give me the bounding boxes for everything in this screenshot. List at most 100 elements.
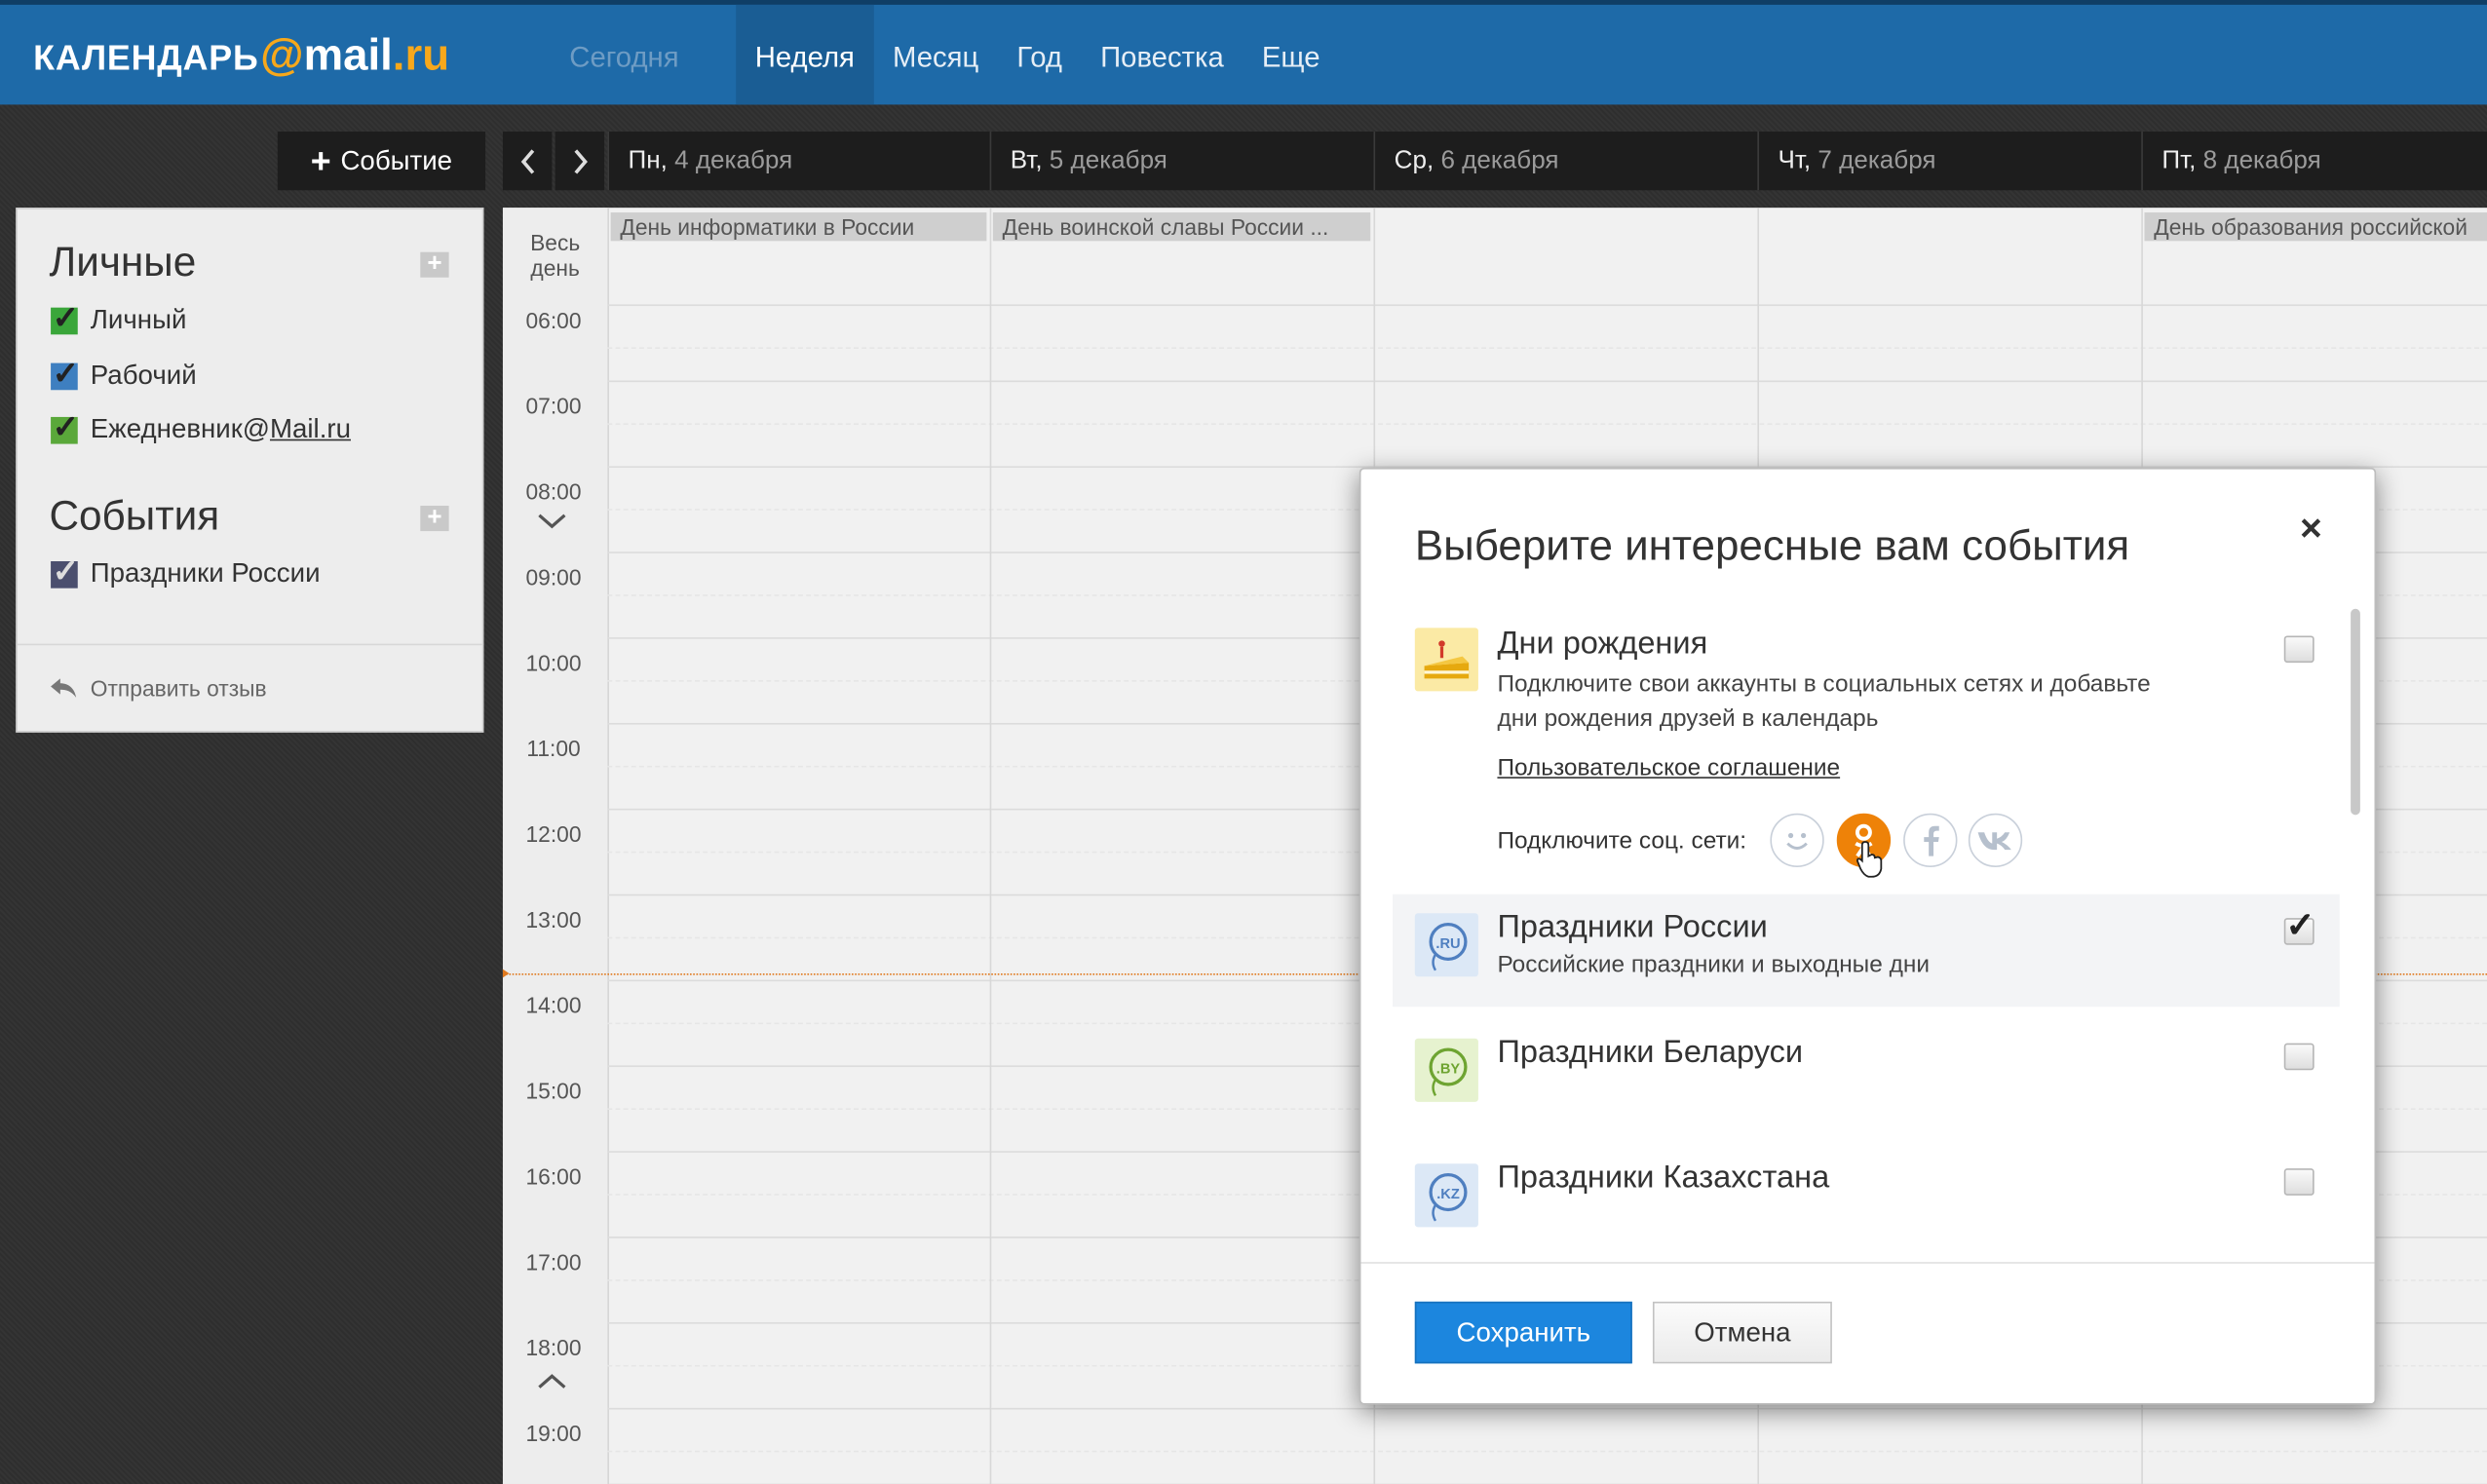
checkbox-icon[interactable]: ✓: [51, 300, 79, 335]
day-date: 5 декабря: [1049, 147, 1167, 174]
option-title: Праздники России: [1497, 909, 1768, 945]
nav-year[interactable]: Год: [998, 5, 1082, 105]
reply-icon: [51, 678, 77, 698]
calendar-label-prefix: Ежедневник@: [90, 413, 270, 444]
allday-event[interactable]: День воинской славы России ...: [992, 212, 1371, 242]
option-checkbox[interactable]: ✓: [2283, 905, 2315, 945]
sidebar: Личные + ✓ Личный ✓ Рабочий ✓ Ежедневник…: [16, 208, 484, 733]
svg-text:.RU: .RU: [1435, 936, 1460, 952]
allday-label-line2: день: [530, 254, 580, 281]
time-label: 15:00: [525, 1078, 582, 1104]
add-events-button[interactable]: +: [420, 505, 449, 532]
prev-week-button[interactable]: [502, 132, 553, 191]
time-label: 14:00: [525, 992, 582, 1018]
top-bar: КАЛЕНДАРЬ @ mail .ru Сегодня Неделя Меся…: [0, 0, 2487, 105]
kazakhstan-balloon-icon: .KZ: [1414, 1163, 1478, 1228]
nav-more[interactable]: Еще: [1243, 5, 1339, 105]
calendar-item-work[interactable]: ✓ Рабочий: [51, 356, 197, 392]
option-checkbox[interactable]: [2283, 635, 2315, 664]
option-checkbox[interactable]: [2283, 1168, 2315, 1196]
allday-divider: [607, 304, 2487, 307]
time-label: 06:00: [525, 307, 582, 333]
collapse-up-icon[interactable]: [535, 1371, 570, 1390]
svg-text:.KZ: .KZ: [1436, 1187, 1460, 1202]
day-name: Чт,: [1778, 147, 1812, 174]
logo-brand-text: КАЛЕНДАРЬ: [33, 38, 259, 78]
calendar-item-planner[interactable]: ✓ Ежедневник@Mail.ru: [51, 410, 351, 446]
day-header-mon[interactable]: Пн, 4 декабря: [607, 132, 990, 191]
option-description: Подключите свои аккаунты в социальных се…: [1497, 667, 2179, 738]
event-option-kazakhstan[interactable]: .KZ Праздники Казахстана: [1393, 1145, 2340, 1258]
nav-today[interactable]: Сегодня: [548, 5, 737, 105]
add-calendar-button[interactable]: +: [420, 251, 449, 278]
event-option-belarus[interactable]: .BY Праздники Беларуси: [1393, 1019, 2340, 1132]
time-label: 16:00: [525, 1163, 582, 1190]
option-checkbox[interactable]: [2283, 1043, 2315, 1071]
time-label: 19:00: [525, 1420, 582, 1446]
moimir-icon[interactable]: [1770, 813, 1824, 868]
day-date: 8 декабря: [2202, 147, 2321, 174]
dialog-footer-divider: [1360, 1262, 2375, 1264]
checkbox-icon[interactable]: ✓: [51, 410, 79, 444]
time-label: 11:00: [526, 735, 581, 762]
svg-text:.BY: .BY: [1436, 1062, 1461, 1078]
sidebar-divider: [17, 643, 482, 646]
calendar-item-personal[interactable]: ✓ Личный: [51, 300, 186, 336]
personal-section-title: Личные: [49, 238, 197, 285]
nav-month[interactable]: Месяц: [873, 5, 997, 105]
time-label: 18:00: [525, 1335, 582, 1361]
cake-icon: [1414, 628, 1478, 692]
calendar-label: Рабочий: [90, 360, 197, 391]
cancel-button[interactable]: Отмена: [1652, 1301, 1832, 1364]
day-header-tue[interactable]: Вт, 5 декабря: [989, 132, 1374, 191]
dialog-scrollbar[interactable]: [2351, 608, 2360, 816]
nav-week[interactable]: Неделя: [736, 4, 874, 105]
app-logo[interactable]: КАЛЕНДАРЬ @ mail .ru: [33, 30, 449, 84]
day-header-thu[interactable]: Чт, 7 декабря: [1757, 132, 2142, 191]
event-option-russia[interactable]: .RU Праздники России Российские праздник…: [1393, 894, 2340, 1008]
checkbox-icon[interactable]: ✓: [51, 554, 79, 589]
logo-mail-text: mail: [303, 29, 393, 80]
allday-label-line1: Весь: [530, 229, 581, 255]
checkbox-icon[interactable]: ✓: [51, 356, 79, 391]
day-date: 6 декабря: [1440, 147, 1559, 174]
close-icon[interactable]: ×: [2300, 508, 2322, 552]
grid-line: [607, 423, 2487, 426]
social-label: Подключите соц. сети:: [1497, 827, 1747, 856]
allday-label: Весь день: [503, 230, 607, 281]
option-title: Дни рождения: [1497, 626, 1708, 662]
allday-event[interactable]: День образования российской: [2144, 212, 2487, 242]
nav-agenda[interactable]: Повестка: [1082, 5, 1244, 105]
logo-at-text: @: [260, 29, 304, 80]
day-name: Ср,: [1394, 147, 1435, 174]
chevron-right-icon: [573, 148, 588, 173]
calendar-label: Праздники России: [90, 557, 321, 589]
current-time-marker: [502, 967, 510, 980]
grid-line: [607, 347, 2487, 349]
calendar-item-russia-holidays[interactable]: ✓ Праздники России: [51, 554, 321, 590]
time-label: 07:00: [525, 393, 582, 419]
events-section-title: События: [49, 491, 220, 540]
day-header-wed[interactable]: Ср, 6 декабря: [1373, 132, 1758, 191]
save-button[interactable]: Сохранить: [1414, 1301, 1632, 1364]
option-title: Праздники Казахстана: [1497, 1161, 1830, 1196]
calendar-label: Ежедневник@Mail.ru: [91, 414, 351, 446]
mailru-link[interactable]: Mail.ru: [270, 414, 351, 444]
vk-icon[interactable]: [1968, 813, 2023, 868]
hand-cursor-icon: [1856, 841, 1883, 878]
day-header-fri[interactable]: Пт, 8 декабря: [2141, 132, 2487, 191]
new-event-button[interactable]: + Событие: [277, 132, 486, 191]
dialog-title: Выберите интересные вам события: [1414, 521, 2130, 570]
next-week-button[interactable]: [555, 132, 605, 191]
time-label: 12:00: [525, 820, 582, 847]
option-desc-line: дни рождения друзей в календарь: [1497, 705, 1879, 733]
day-column-divider: [989, 208, 992, 1484]
collapse-down-icon[interactable]: [535, 513, 570, 532]
send-feedback-link[interactable]: Отправить отзыв: [49, 675, 267, 701]
time-label: 13:00: [525, 906, 582, 932]
user-agreement-link[interactable]: Пользовательское соглашение: [1497, 754, 1840, 781]
russia-balloon-icon: .RU: [1414, 913, 1478, 977]
facebook-icon[interactable]: [1903, 813, 1958, 868]
logo-ru-text: .ru: [392, 29, 450, 80]
allday-event[interactable]: День информатики в России: [610, 212, 987, 242]
